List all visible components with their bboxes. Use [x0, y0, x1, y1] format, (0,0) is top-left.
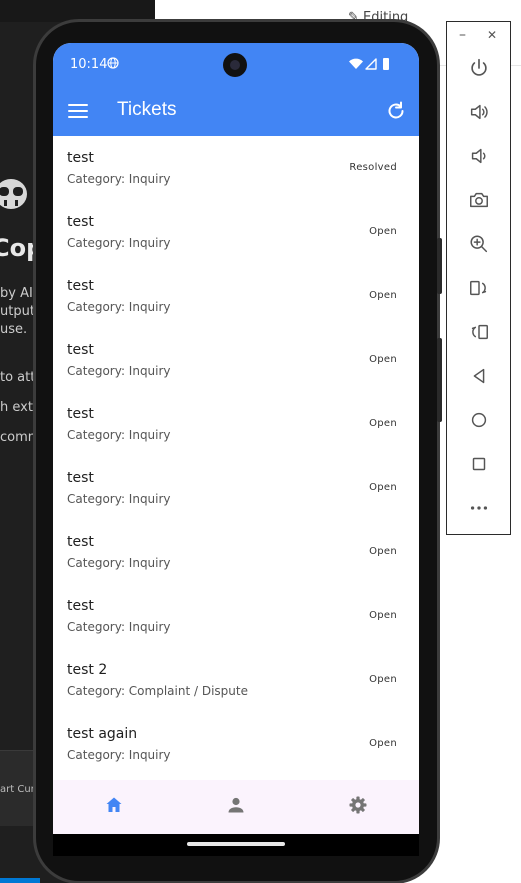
ticket-status: Open	[369, 610, 397, 621]
ticket-title: test	[67, 598, 94, 614]
battery-icon	[383, 58, 389, 70]
phone-side-button[interactable]	[437, 238, 442, 294]
rotate-left-button[interactable]	[466, 275, 492, 301]
front-camera	[223, 53, 247, 77]
ticket-title: test	[67, 534, 94, 550]
person-icon	[228, 797, 244, 813]
rotate-left-icon	[470, 280, 487, 296]
page-title: Tickets	[117, 99, 177, 120]
home-button[interactable]	[466, 407, 492, 433]
signal-icon	[365, 58, 377, 70]
ticket-status: Open	[369, 482, 397, 493]
ticket-category: Category: Inquiry	[67, 300, 171, 314]
home-icon	[106, 797, 122, 812]
ticket-category: Category: Inquiry	[67, 428, 171, 442]
app-bar: Tickets	[53, 86, 419, 136]
volume-down-icon	[471, 148, 486, 164]
close-button[interactable]: ✕	[487, 26, 497, 44]
bottom-navigation	[53, 780, 419, 834]
copilot-logo-icon	[0, 179, 27, 209]
ticket-category: Category: Inquiry	[67, 620, 171, 634]
ticket-list-item[interactable]: test Category: Inquiry Open	[53, 520, 419, 584]
more-icon	[470, 506, 488, 510]
ticket-title: test 2	[67, 662, 108, 678]
rotate-right-button[interactable]	[466, 319, 492, 345]
minimize-button[interactable]: –	[459, 26, 466, 44]
ticket-list-item[interactable]: test 2 Category: Complaint / Dispute Ope…	[53, 648, 419, 712]
gesture-handle[interactable]	[187, 842, 285, 846]
taskbar-accent	[0, 878, 40, 883]
ticket-category: Category: Inquiry	[67, 748, 171, 762]
home-icon	[471, 412, 487, 428]
phone-side-button[interactable]	[437, 338, 442, 422]
copilot-text-line: use.	[0, 322, 28, 337]
zoom-button[interactable]	[466, 231, 492, 257]
ticket-status: Open	[369, 226, 397, 237]
emulator-toolbar: – ✕	[446, 21, 511, 535]
ticket-title: test	[67, 342, 94, 358]
volume-down-button[interactable]	[466, 143, 492, 169]
ticket-list-item[interactable]: test Category: Inquiry Open	[53, 456, 419, 520]
nav-profile[interactable]	[225, 794, 247, 816]
ticket-category: Category: Inquiry	[67, 364, 171, 378]
rotate-right-icon	[471, 324, 488, 340]
camera-icon	[470, 192, 488, 208]
wifi-icon	[349, 58, 363, 69]
power-button[interactable]	[466, 55, 492, 81]
zoom-in-icon	[470, 235, 488, 253]
nav-home[interactable]	[103, 794, 125, 816]
ticket-status: Open	[369, 738, 397, 749]
ticket-list-item[interactable]: test Category: Inquiry Open	[53, 392, 419, 456]
ticket-list-item[interactable]: test Category: Inquiry Open	[53, 328, 419, 392]
back-icon	[473, 368, 485, 384]
ticket-status: Resolved	[349, 162, 397, 173]
ticket-title: test	[67, 150, 94, 166]
ticket-category: Category: Inquiry	[67, 236, 171, 250]
settings-icon	[349, 796, 367, 814]
status-icons	[349, 58, 389, 70]
vpn-globe-icon	[107, 57, 119, 69]
volume-up-icon	[470, 104, 488, 120]
ticket-list: test Category: Inquiry Resolved test Cat…	[53, 136, 419, 780]
ticket-title: test again	[67, 726, 138, 742]
ticket-category: Category: Inquiry	[67, 492, 171, 506]
volume-up-button[interactable]	[466, 99, 492, 125]
phone-screen: 10:14 Tickets test Category: Inquiry Res…	[53, 43, 419, 856]
back-button[interactable]	[466, 363, 492, 389]
menu-icon[interactable]	[67, 100, 89, 122]
ticket-list-item[interactable]: test again Category: Inquiry Open	[53, 712, 419, 776]
ticket-category: Category: Complaint / Dispute	[67, 684, 248, 698]
ticket-status: Open	[369, 418, 397, 429]
nav-settings[interactable]	[347, 794, 369, 816]
gesture-area	[53, 834, 419, 856]
power-icon	[471, 58, 487, 76]
ticket-category: Category: Inquiry	[67, 556, 171, 570]
overview-button[interactable]	[466, 451, 492, 477]
ticket-title: test	[67, 214, 94, 230]
ticket-title: test	[67, 406, 94, 422]
ticket-status: Open	[369, 546, 397, 557]
ticket-status: Open	[369, 674, 397, 685]
ticket-category: Category: Inquiry	[67, 172, 171, 186]
status-time: 10:14	[70, 57, 108, 72]
refresh-icon[interactable]	[385, 100, 407, 122]
more-button[interactable]	[466, 495, 492, 521]
status-bar: 10:14	[53, 43, 419, 86]
copilot-text-line: by AI,	[0, 286, 37, 301]
ticket-status: Open	[369, 290, 397, 301]
ticket-list-item[interactable]: test Category: Inquiry Open	[53, 584, 419, 648]
ticket-status: Open	[369, 354, 397, 365]
ticket-title: test	[67, 278, 94, 294]
ticket-list-item[interactable]: test Category: Inquiry Open	[53, 200, 419, 264]
ticket-title: test	[67, 470, 94, 486]
overview-icon	[472, 457, 486, 471]
ticket-list-item[interactable]: test Category: Inquiry Resolved	[53, 136, 419, 200]
ticket-list-item[interactable]: test Category: Inquiry Open	[53, 264, 419, 328]
screenshot-button[interactable]	[466, 187, 492, 213]
